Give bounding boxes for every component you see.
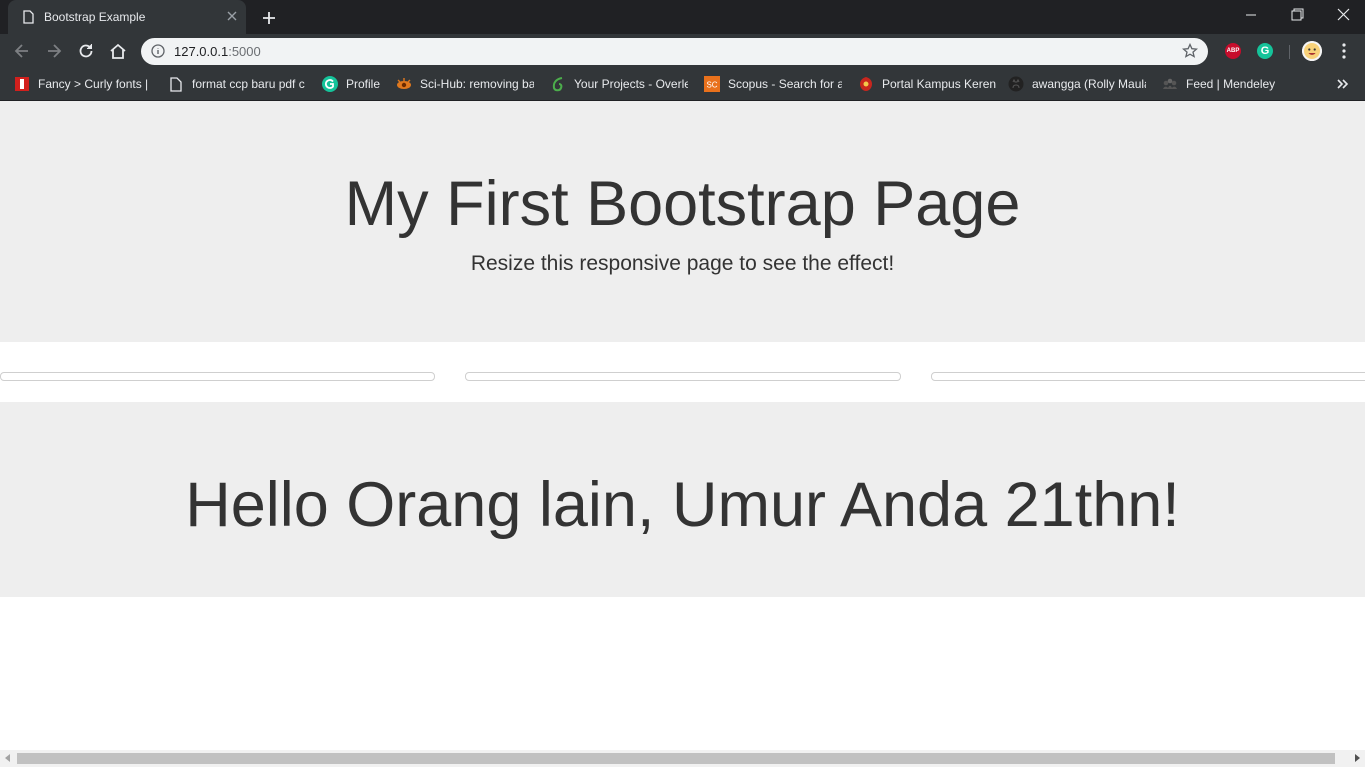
tab-strip: Bootstrap Example <box>0 0 1365 34</box>
page-viewport: My First Bootstrap Page Resize this resp… <box>0 101 1365 750</box>
tab-bootstrap-example[interactable]: Bootstrap Example <box>8 0 246 34</box>
empty-column-box <box>0 372 435 381</box>
site-info-icon[interactable] <box>151 44 165 58</box>
jumbotron-header: My First Bootstrap Page Resize this resp… <box>0 101 1365 342</box>
home-icon[interactable] <box>108 41 128 61</box>
grammarly-icon <box>322 76 338 92</box>
github-icon <box>1008 76 1024 92</box>
campus-icon <box>858 76 874 92</box>
reload-icon[interactable] <box>76 41 96 61</box>
empty-column-box <box>465 372 901 381</box>
bookmark-format-ccp[interactable]: format ccp baru pdf c <box>168 68 306 100</box>
bookmark-overleaf-projects[interactable]: Your Projects - Overle <box>550 68 688 100</box>
scopus-icon: SC <box>704 76 720 92</box>
restore-icon[interactable] <box>1285 5 1309 25</box>
bookmark-scopus[interactable]: SC Scopus - Search for a <box>704 68 842 100</box>
empty-column-box <box>931 372 1365 381</box>
address-bar[interactable]: 127.0.0.1:5000 <box>141 38 1208 65</box>
bookmark-profile[interactable]: Profile <box>322 68 384 100</box>
scroll-left-arrow-icon[interactable] <box>5 754 10 762</box>
url-port: :5000 <box>228 44 261 59</box>
bookmark-awangga-github[interactable]: awangga (Rolly Maulan <box>1008 68 1146 100</box>
overleaf-icon <box>550 76 566 92</box>
bookmark-mendeley-feed[interactable]: Feed | Mendeley <box>1162 68 1280 100</box>
grammarly-extension-icon[interactable]: G <box>1257 43 1273 59</box>
svg-text:SC: SC <box>706 81 717 90</box>
bookmark-portal-kampus[interactable]: Portal Kampus Keren <box>858 68 996 100</box>
page-subtitle: Resize this responsive page to see the e… <box>470 252 895 275</box>
mendeley-icon <box>1162 76 1178 92</box>
profile-avatar-icon[interactable] <box>1302 41 1322 61</box>
url-text[interactable]: 127.0.0.1:5000 <box>174 44 261 59</box>
bookmark-sci-hub[interactable]: Sci-Hub: removing ba <box>396 68 534 100</box>
url-host: 127.0.0.1 <box>174 44 229 59</box>
page-title: My First Bootstrap Page <box>344 169 1021 239</box>
toolbar-divider <box>1289 45 1290 59</box>
greeting-jumbotron: Hello Orang lain, Umur Anda 21thn! <box>0 402 1365 597</box>
horizontal-scrollbar[interactable] <box>0 750 1365 767</box>
tab-title: Bootstrap Example <box>44 10 146 24</box>
back-arrow-icon[interactable] <box>12 41 32 61</box>
browser-menu-icon[interactable] <box>1338 42 1350 60</box>
browser-toolbar: 127.0.0.1:5000 ABP G <box>0 34 1365 68</box>
adblock-extension-icon[interactable]: ABP <box>1225 43 1241 59</box>
close-tab-icon[interactable] <box>226 10 238 22</box>
page-icon <box>168 76 184 92</box>
new-tab-icon[interactable] <box>258 7 280 29</box>
scrollbar-thumb[interactable] <box>17 753 1335 764</box>
bookmark-star-icon[interactable] <box>1182 43 1198 59</box>
bookmark-fancy-curly-fonts[interactable]: Fancy > Curly fonts | <box>14 68 150 100</box>
scihub-icon <box>396 76 412 92</box>
bookmark-favicon-red-icon <box>14 76 30 92</box>
page-icon <box>23 10 34 24</box>
more-bookmarks-chevron-icon[interactable] <box>1335 77 1349 91</box>
close-window-icon[interactable] <box>1331 5 1355 25</box>
forward-arrow-icon[interactable] <box>44 41 64 61</box>
greeting-heading: Hello Orang lain, Umur Anda 21thn! <box>185 470 1180 540</box>
bookmarks-bar: Fancy > Curly fonts | format ccp baru pd… <box>0 68 1365 101</box>
minimize-icon[interactable] <box>1239 5 1263 25</box>
scroll-right-arrow-icon[interactable] <box>1355 754 1360 762</box>
